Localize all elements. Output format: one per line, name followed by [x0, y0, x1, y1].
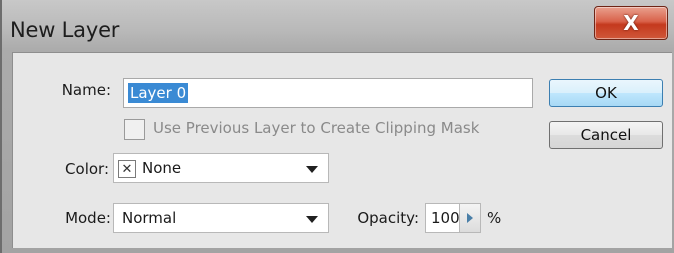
- mode-select[interactable]: Normal: [113, 203, 329, 233]
- name-input[interactable]: Layer 0: [123, 78, 533, 108]
- title-bar[interactable]: New Layer X: [2, 0, 674, 50]
- name-label: Name:: [61, 81, 111, 99]
- opacity-label: Opacity:: [357, 209, 419, 227]
- color-select[interactable]: ✕ None: [113, 153, 329, 183]
- opacity-unit: %: [487, 209, 502, 227]
- name-input-value: Layer 0: [128, 83, 189, 103]
- dialog-body: Name: Layer 0 Use Previous Layer to Crea…: [12, 52, 672, 248]
- play-arrow-icon: [467, 213, 473, 223]
- chevron-down-icon: [306, 166, 318, 173]
- chevron-down-icon: [306, 216, 318, 223]
- cancel-button[interactable]: Cancel: [549, 121, 663, 149]
- opacity-slider-button[interactable]: [459, 203, 481, 233]
- close-icon: X: [623, 11, 639, 35]
- mode-select-value: Normal: [122, 209, 177, 227]
- ok-button[interactable]: OK: [549, 79, 663, 107]
- dialog-title: New Layer: [10, 18, 120, 42]
- mode-label: Mode:: [65, 209, 111, 227]
- new-layer-dialog: New Layer X Name: Layer 0 Use Previous L…: [0, 0, 674, 253]
- clipping-mask-checkbox[interactable]: [124, 119, 145, 140]
- no-color-swatch-icon: ✕: [118, 160, 136, 178]
- color-label: Color:: [65, 160, 109, 178]
- color-select-value: None: [142, 159, 182, 177]
- clipping-mask-label[interactable]: Use Previous Layer to Create Clipping Ma…: [153, 119, 479, 137]
- opacity-input[interactable]: 100: [425, 203, 460, 233]
- close-button[interactable]: X: [594, 6, 668, 40]
